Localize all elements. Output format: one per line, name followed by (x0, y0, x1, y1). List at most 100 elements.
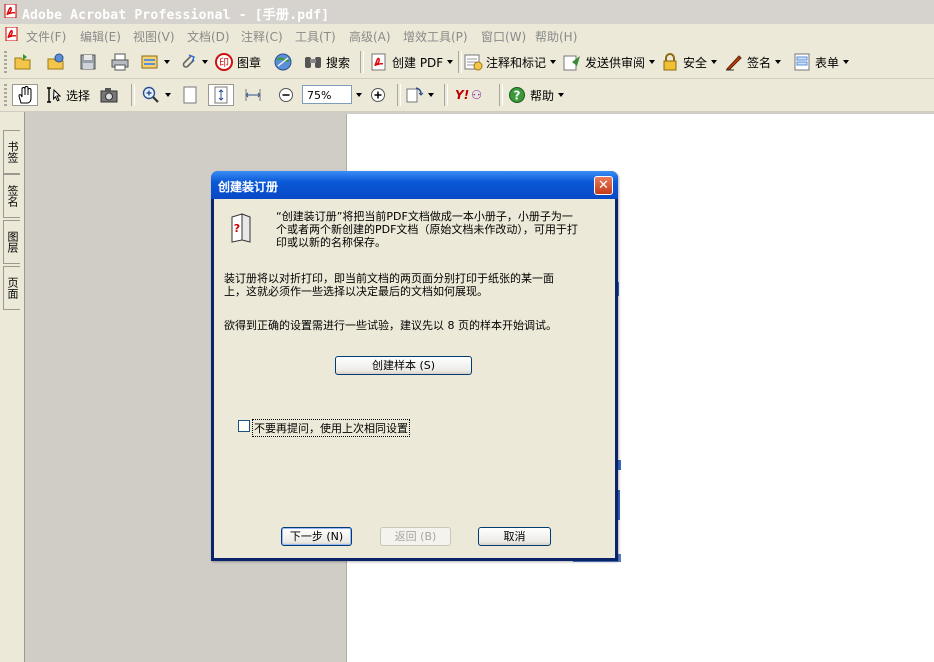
create-sample-button[interactable]: 创建样本 (S) (335, 356, 472, 375)
stamp-button[interactable]: 印 图章 (214, 51, 261, 73)
send-review-icon (562, 52, 582, 72)
window-title-bar: Adobe Acrobat Professional - [手册.pdf] (0, 0, 934, 25)
toolbar-grip[interactable] (4, 84, 7, 106)
print-button[interactable] (110, 51, 130, 73)
back-button[interactable]: 返回 (B) (380, 527, 451, 546)
window-title: Adobe Acrobat Professional - [手册.pdf] (22, 8, 330, 23)
forms-button[interactable]: 表单 (792, 51, 850, 73)
explanation-line-1: 装订册将以对折打印，即当前文档的两页面分别打印于纸张的某一面 (224, 272, 554, 285)
dialog-title-bar[interactable]: 创建装订册 ✕ (211, 171, 618, 199)
comment-markup-button[interactable]: 注释和标记 (463, 51, 557, 73)
globe-icon (273, 52, 293, 72)
stamp-label: 图章 (237, 55, 262, 70)
email-icon (140, 52, 160, 72)
magnifier-zoom-icon (141, 85, 161, 105)
create-pdf-icon (369, 52, 389, 72)
security-label: 安全 (683, 55, 708, 70)
help-button[interactable]: ? 帮助 (507, 84, 565, 106)
toolbar-file: 印 图章 搜索 创建 PDF 注释和标记 发送供审阅 安全 签名 表单 (0, 46, 934, 79)
web-button[interactable] (273, 51, 293, 73)
fit-page-icon (211, 85, 231, 105)
tab-pages[interactable]: 页面 (3, 266, 20, 310)
hand-tool-button[interactable] (12, 84, 38, 106)
toolbar-separator (499, 84, 503, 106)
zoom-level-input[interactable]: 75% (302, 85, 352, 104)
search-label: 搜索 (326, 55, 351, 70)
email-button[interactable] (140, 51, 170, 73)
yahoo-binoculars-icon: ⚇ (471, 88, 482, 102)
forms-label: 表单 (815, 55, 840, 70)
search-button[interactable]: 搜索 (303, 51, 350, 73)
recommendation-text: 欲得到正确的设置需进行一些试验，建议先以 8 页的样本开始调试。 (224, 319, 557, 332)
toolbar-grip[interactable] (4, 51, 7, 73)
dialog-body: ? “创建装订册”将把当前PDF文档做成一本小册子，小册子为一 个或者两个新创建… (214, 199, 615, 558)
menu-edit[interactable]: 编辑(E) (80, 28, 121, 45)
cancel-button[interactable]: 取消 (478, 527, 551, 546)
zoom-in-tool-button[interactable] (141, 84, 171, 106)
tab-layers[interactable]: 图层 (3, 220, 20, 264)
comment-note-icon (463, 52, 483, 72)
camera-icon (99, 85, 119, 105)
document-icon[interactable] (5, 27, 19, 41)
menu-file[interactable]: 文件(F) (26, 28, 66, 45)
organizer-button[interactable] (46, 51, 66, 73)
toolbar-separator (131, 84, 135, 106)
menu-comments[interactable]: 注释(C) (241, 28, 283, 45)
yahoo-toolbar-button[interactable]: Y! ⚇ (455, 84, 482, 106)
menu-document[interactable]: 文档(D) (187, 28, 230, 45)
close-button[interactable]: ✕ (594, 176, 613, 195)
menu-tools[interactable]: 工具(T) (295, 28, 336, 45)
menu-window[interactable]: 窗口(W) (481, 28, 526, 45)
sign-button[interactable]: 签名 (724, 51, 782, 73)
zoom-in-button[interactable] (368, 84, 388, 106)
pen-sign-icon (724, 52, 744, 72)
save-disk-icon (78, 52, 98, 72)
zoom-dropdown[interactable] (352, 84, 362, 106)
hand-icon (15, 85, 35, 105)
navigation-panel-tabs: 书签 签名 图层 页面 (0, 112, 25, 662)
dont-ask-checkbox[interactable] (238, 420, 250, 432)
booklet-icon: ? (230, 213, 252, 246)
tab-signatures[interactable]: 签名 (3, 174, 20, 218)
actual-size-button[interactable] (180, 84, 200, 106)
toolbar-separator (360, 51, 364, 73)
fit-page-button[interactable] (208, 84, 234, 106)
dont-ask-checkbox-label[interactable]: 不要再提问，使用上次相同设置 (252, 419, 410, 437)
close-icon: ✕ (598, 178, 609, 193)
fit-width-button[interactable] (243, 84, 263, 106)
menu-view[interactable]: 视图(V) (133, 28, 175, 45)
comment-markup-label: 注释和标记 (486, 55, 547, 70)
help-label: 帮助 (530, 88, 555, 103)
security-button[interactable]: 安全 (660, 51, 718, 73)
zoom-out-button[interactable] (276, 84, 296, 106)
open-button[interactable] (13, 51, 33, 73)
toolbar-separator (397, 84, 401, 106)
menu-help[interactable]: 帮助(H) (535, 28, 577, 45)
tab-bookmarks[interactable]: 书签 (3, 130, 20, 174)
rotate-view-button[interactable] (404, 84, 434, 106)
menu-plugins[interactable]: 增效工具(P) (403, 28, 468, 45)
paperclip-icon (178, 52, 198, 72)
send-review-button[interactable]: 发送供审阅 (562, 51, 656, 73)
select-tool-button[interactable]: 选择 (43, 84, 90, 106)
dialog-title: 创建装订册 (218, 180, 279, 194)
next-button[interactable]: 下一步 (N) (281, 527, 352, 546)
menu-bar: 文件(F) 编辑(E) 视图(V) 文档(D) 注释(C) 工具(T) 高级(A… (0, 24, 934, 46)
select-tool-label: 选择 (66, 88, 91, 103)
create-booklet-dialog: 创建装订册 ✕ ? “创建装订册”将把当前PDF文档做成一本小册子，小册子为一 … (211, 171, 618, 561)
create-pdf-button[interactable]: 创建 PDF (369, 51, 454, 73)
attach-button[interactable] (178, 51, 208, 73)
explanation-line-2: 上，这就必须作一些选择以决定最后的文档如何展现。 (224, 285, 488, 298)
menu-advanced[interactable]: 高级(A) (349, 28, 391, 45)
minus-circle-icon (276, 85, 296, 105)
printer-icon (110, 52, 130, 72)
intro-line-3: 印或以新的名称保存。 (276, 236, 386, 249)
rotate-page-icon (404, 85, 424, 105)
help-question-icon: ? (507, 85, 527, 105)
intro-line-2: 个或者两个新创建的PDF文档（原始文档未作改动），可用于打 (276, 223, 578, 236)
save-button[interactable] (78, 51, 98, 73)
snapshot-button[interactable] (99, 84, 119, 106)
send-review-label: 发送供审阅 (585, 55, 646, 70)
svg-text:?: ? (234, 222, 240, 235)
open-folder-icon (13, 52, 33, 72)
